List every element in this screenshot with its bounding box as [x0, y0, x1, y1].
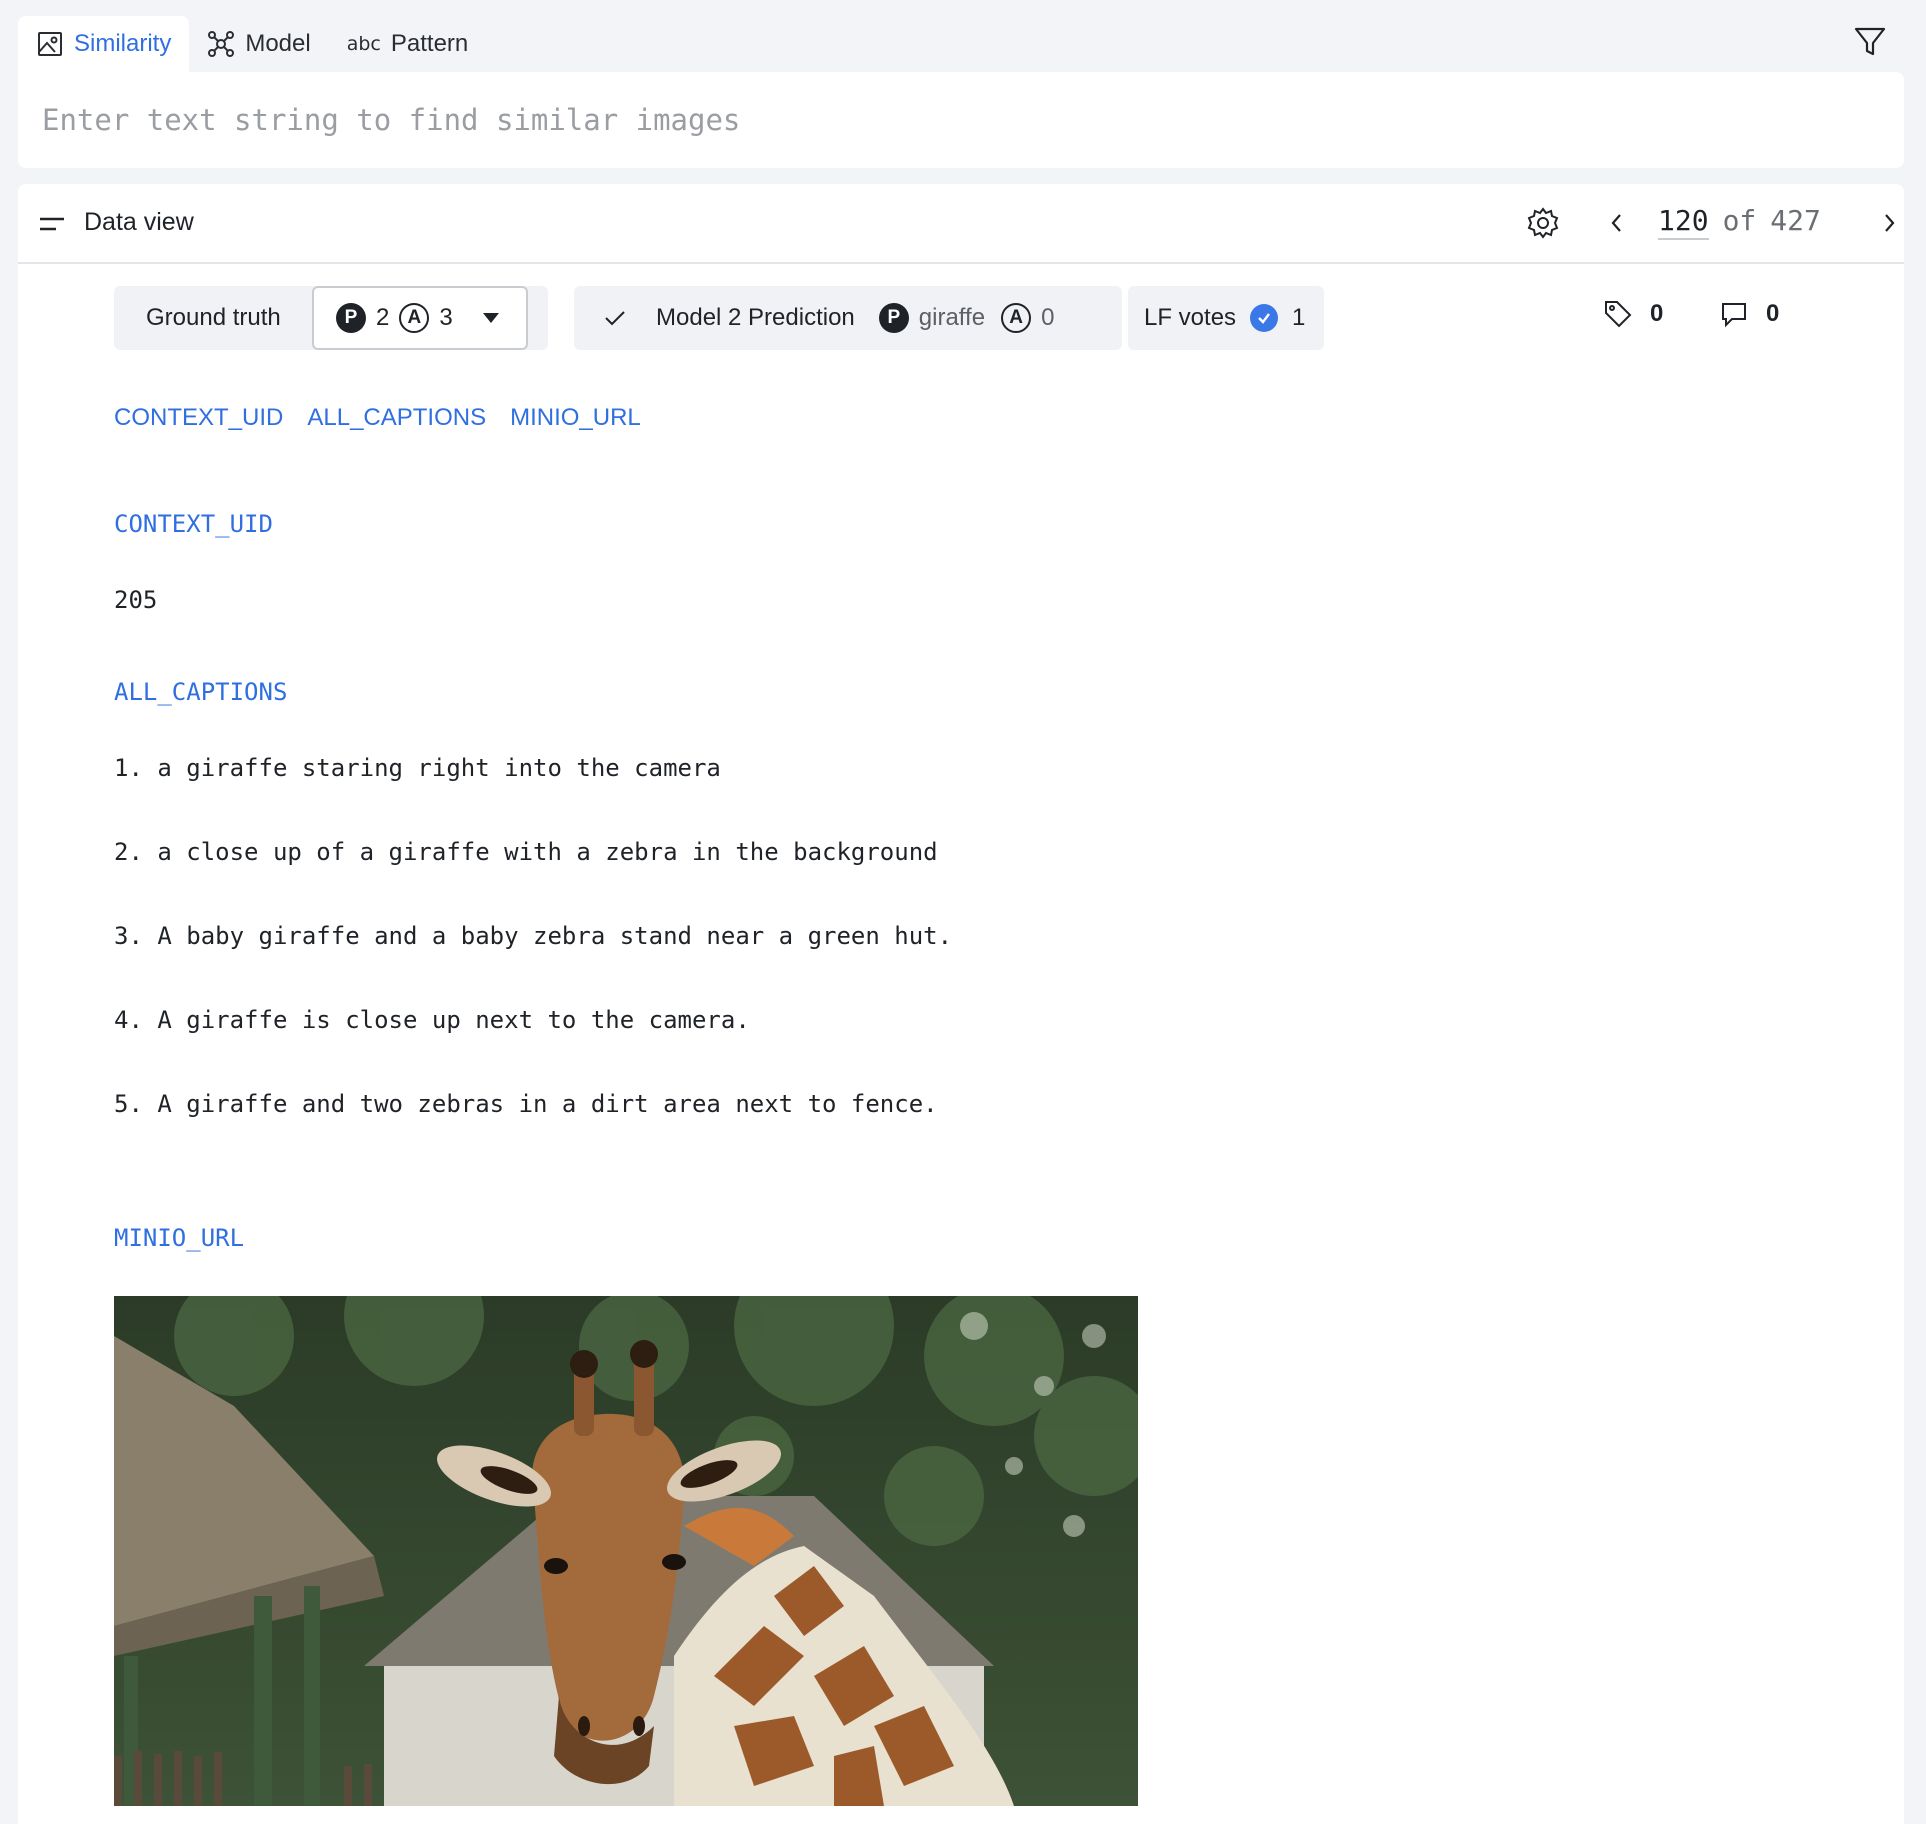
ground-truth-label: Ground truth: [146, 304, 281, 331]
lf-votes-label: LF votes: [1144, 304, 1237, 331]
similarity-search-box: [18, 72, 1904, 168]
tab-model[interactable]: Model: [189, 16, 328, 72]
search-tabs: Similarity Model abc Pattern: [18, 16, 486, 72]
abstain-badge: A: [1001, 303, 1032, 333]
ground-truth-chip: Ground truth P 2 A 3: [114, 286, 548, 350]
abstain-badge: A: [399, 303, 430, 333]
chevron-left-icon[interactable]: [1602, 208, 1632, 238]
context-uid-value: 205: [114, 586, 158, 614]
tab-similarity[interactable]: Similarity: [18, 16, 190, 72]
field-link-minio-url[interactable]: MINIO_URL: [510, 404, 641, 432]
model-graph-icon: [208, 31, 235, 57]
abc-icon: abc: [346, 33, 381, 55]
lf-votes-count: 1: [1292, 304, 1306, 331]
panel-title: Data view: [84, 208, 194, 236]
check-icon: [605, 311, 625, 326]
comments-counter[interactable]: 0: [1718, 298, 1779, 330]
image-icon: [38, 32, 62, 56]
model-abstain-value: 0: [1041, 304, 1055, 331]
lf-votes-chip[interactable]: LF votes 1: [1128, 286, 1324, 350]
model-prediction-value: giraffe: [918, 304, 986, 331]
comments-count: 0: [1766, 300, 1780, 327]
chevron-right-icon[interactable]: [1874, 208, 1904, 238]
tags-counter[interactable]: 0: [1602, 298, 1663, 330]
field-link-context-uid[interactable]: CONTEXT_UID: [114, 404, 283, 432]
check-circle-icon: [1250, 304, 1279, 332]
model-prediction-label: Model 2 Prediction: [656, 304, 855, 331]
positive-badge: P: [336, 303, 366, 333]
data-view-panel: Data view 120 of 427 Ground truth P 2 A …: [18, 184, 1904, 1824]
caption-item: 3. A baby giraffe and a baby zebra stand…: [114, 922, 953, 950]
positive-badge: P: [878, 303, 909, 333]
tab-pattern-label: Pattern: [390, 30, 469, 57]
caption-item: 5. A giraffe and two zebras in a dirt ar…: [114, 1090, 938, 1118]
dropdown-caret-icon: [482, 313, 499, 323]
pager-of: of: [1722, 204, 1757, 237]
current-page-input[interactable]: 120: [1658, 204, 1709, 240]
giraffe-photo: [114, 1296, 1138, 1806]
positive-count: 2: [376, 304, 390, 331]
tab-pattern[interactable]: abc Pattern: [329, 16, 487, 72]
model-prediction-chip[interactable]: Model 2 Prediction P giraffe A 0: [574, 286, 1122, 350]
panel-header: Data view 120 of 427: [18, 184, 1904, 264]
tab-similarity-label: Similarity: [74, 30, 172, 57]
field-links: CONTEXT_UID ALL_CAPTIONS MINIO_URL: [114, 404, 641, 432]
filter-icon[interactable]: [1852, 24, 1888, 60]
pager-total: 427: [1770, 204, 1821, 237]
context-uid-title: CONTEXT_UID: [114, 510, 273, 538]
field-link-all-captions[interactable]: ALL_CAPTIONS: [307, 404, 486, 432]
ground-truth-select[interactable]: P 2 A 3: [312, 286, 528, 350]
tab-model-label: Model: [245, 30, 311, 57]
caption-item: 1. a giraffe staring right into the came…: [114, 754, 721, 782]
tags-count: 0: [1650, 300, 1664, 327]
gear-icon[interactable]: [1526, 206, 1560, 240]
tag-icon: [1605, 301, 1632, 328]
caption-item: 2. a close up of a giraffe with a zebra …: [114, 838, 938, 866]
pager: 120 of 427: [1658, 204, 1821, 240]
minio-url-title: MINIO_URL: [114, 1224, 245, 1252]
menu-lines-icon[interactable]: [38, 210, 66, 238]
search-input[interactable]: [18, 72, 1904, 168]
comment-icon: [1722, 303, 1746, 328]
caption-item: 4. A giraffe is close up next to the cam…: [114, 1006, 750, 1034]
all-captions-title: ALL_CAPTIONS: [114, 678, 288, 706]
abstain-count: 3: [439, 304, 453, 331]
